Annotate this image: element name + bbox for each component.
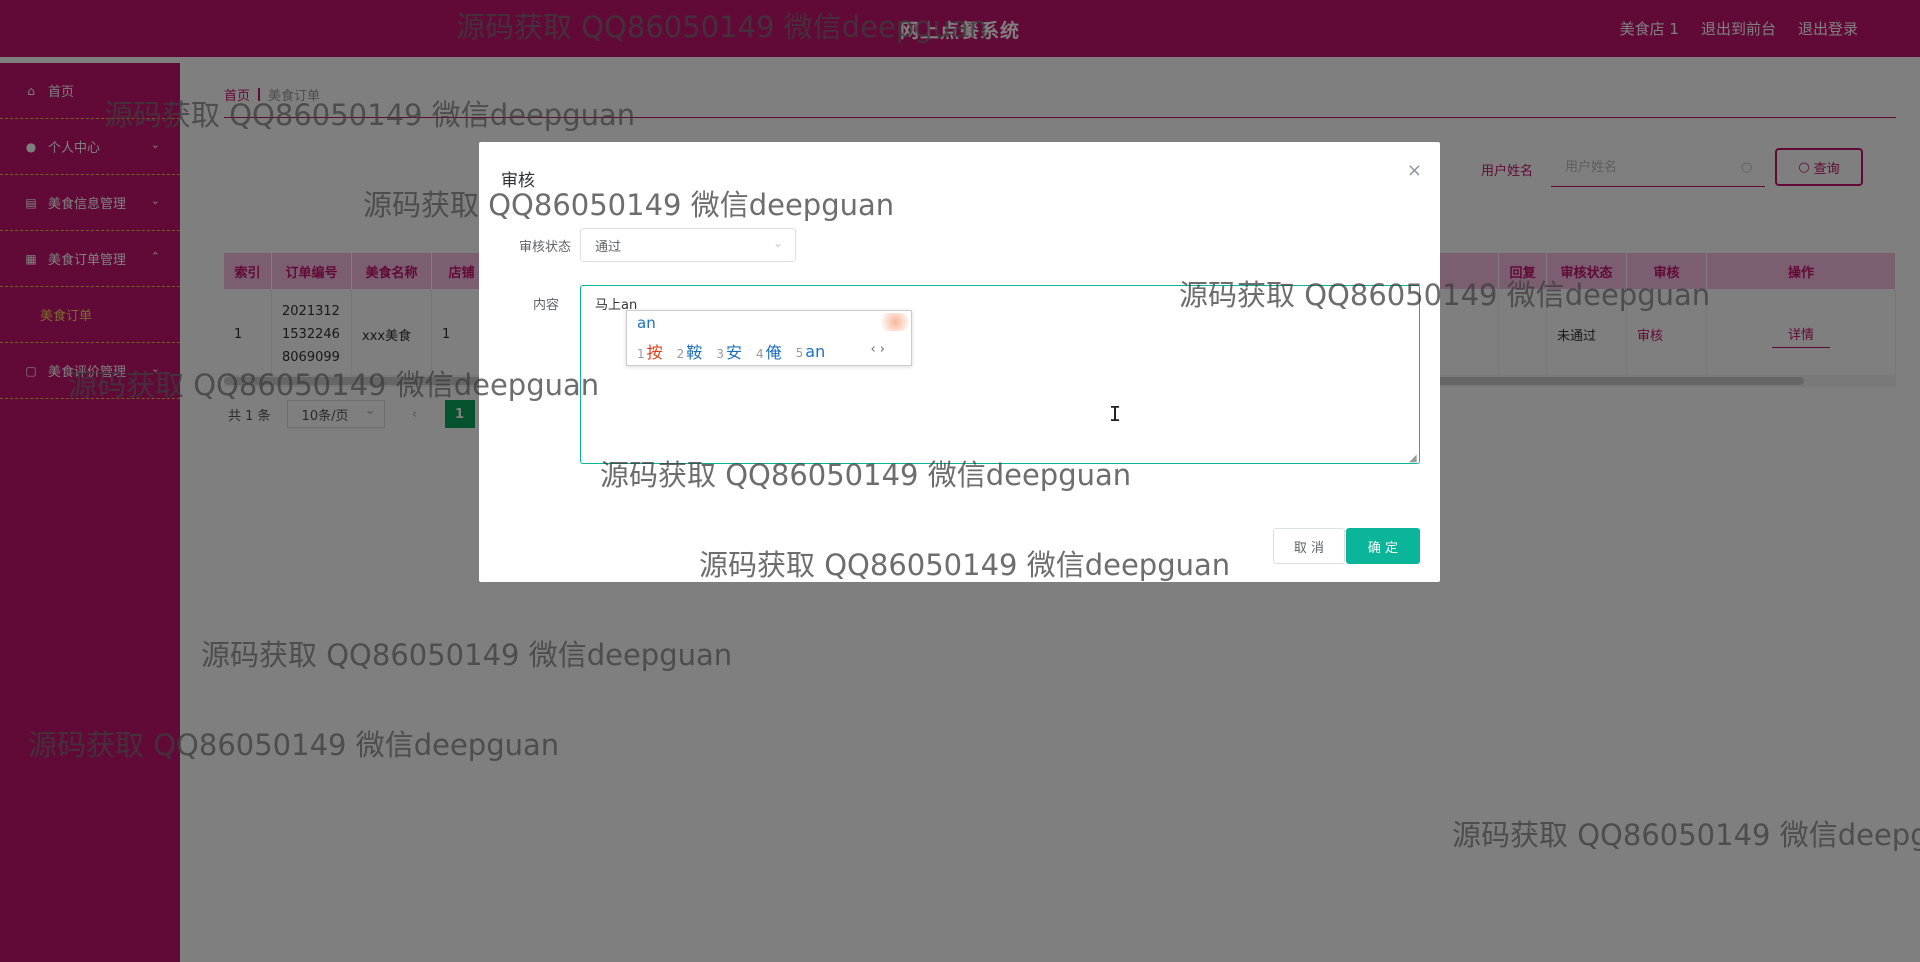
content-label: 内容 (532, 298, 559, 313)
status-select-value: 通过 (595, 239, 622, 255)
dialog-title: 审核 (501, 171, 535, 191)
review-dialog: 审核 × 审核状态 通过 ⌄ 内容 马上an ◢ 取 消 确 定 (479, 142, 1440, 582)
ime-skin-decoration (875, 313, 909, 331)
ime-candidate[interactable]: 5 an (796, 342, 826, 361)
ime-candidate[interactable]: 3安 (716, 339, 742, 363)
ime-candidate[interactable]: 4俺 (756, 339, 782, 363)
confirm-button[interactable]: 确 定 (1346, 528, 1420, 564)
resize-handle-icon[interactable]: ◢ (1409, 453, 1417, 464)
ime-candidates: 1按 2鞍 3安 4俺 5 an (637, 339, 825, 363)
ime-candidate[interactable]: 2鞍 (677, 339, 703, 363)
status-label: 审核状态 (518, 240, 571, 255)
status-select[interactable]: 通过 ⌄ (580, 228, 796, 262)
ime-page-nav[interactable]: ‹ › (870, 342, 885, 357)
text-cursor-icon: I (1109, 402, 1122, 426)
cancel-button[interactable]: 取 消 (1273, 528, 1345, 564)
chevron-down-icon: ⌄ (772, 236, 783, 250)
ime-candidate-popup: an 1按 2鞍 3安 4俺 5 an ‹ › (626, 310, 912, 366)
close-icon[interactable]: × (1407, 160, 1422, 181)
ime-pinyin: an (637, 314, 656, 332)
ime-candidate[interactable]: 1按 (637, 339, 663, 363)
